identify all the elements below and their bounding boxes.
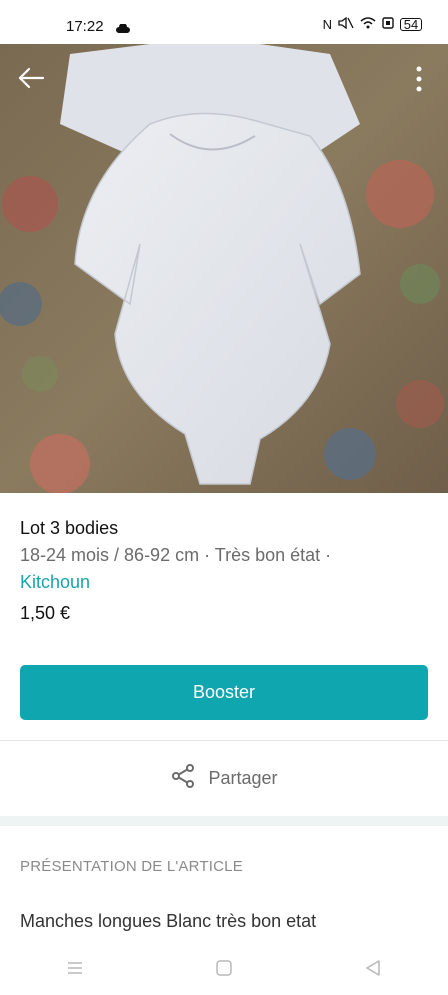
system-nav-bar (0, 945, 448, 995)
wifi-icon (360, 17, 376, 32)
item-photo[interactable] (0, 44, 448, 493)
brand-link[interactable]: Kitchoun (20, 569, 428, 595)
share-label: Partager (208, 768, 278, 788)
item-meta: 18-24 mois / 86-92 cm · Très bon état · (20, 545, 332, 565)
back-nav-button[interactable] (343, 950, 403, 990)
status-icons: N 54 (322, 16, 422, 32)
item-title: Lot 3 bodies (20, 518, 119, 538)
booster-button[interactable]: Booster (20, 665, 428, 720)
section-separator (0, 816, 448, 826)
status-bar: 17:22 N 54 (0, 0, 448, 44)
more-options-icon[interactable] (416, 66, 422, 92)
item-description: Manches longues Blanc très bon etat (20, 911, 317, 931)
menu-nav-button[interactable] (45, 950, 105, 990)
back-arrow-icon[interactable] (16, 66, 46, 90)
section-header: PRÉSENTATION DE L'ARTICLE (20, 858, 243, 875)
share-icon (170, 763, 196, 794)
back-triangle-icon (365, 959, 381, 981)
status-time: 17:22 (66, 18, 104, 35)
share-button[interactable]: Partager (0, 741, 448, 816)
cloud-icon (116, 20, 130, 38)
home-nav-button[interactable] (194, 950, 254, 990)
item-price: 1,50 € (20, 603, 71, 623)
sim-icon (382, 17, 394, 32)
item-info: Lot 3 bodies 18-24 mois / 86-92 cm · Trè… (20, 517, 428, 625)
battery-icon: 54 (400, 18, 422, 31)
home-square-icon (216, 959, 232, 981)
photo-image (0, 44, 448, 493)
mute-icon (338, 16, 354, 32)
menu-icon (67, 961, 83, 980)
nfc-icon: N (322, 17, 332, 32)
